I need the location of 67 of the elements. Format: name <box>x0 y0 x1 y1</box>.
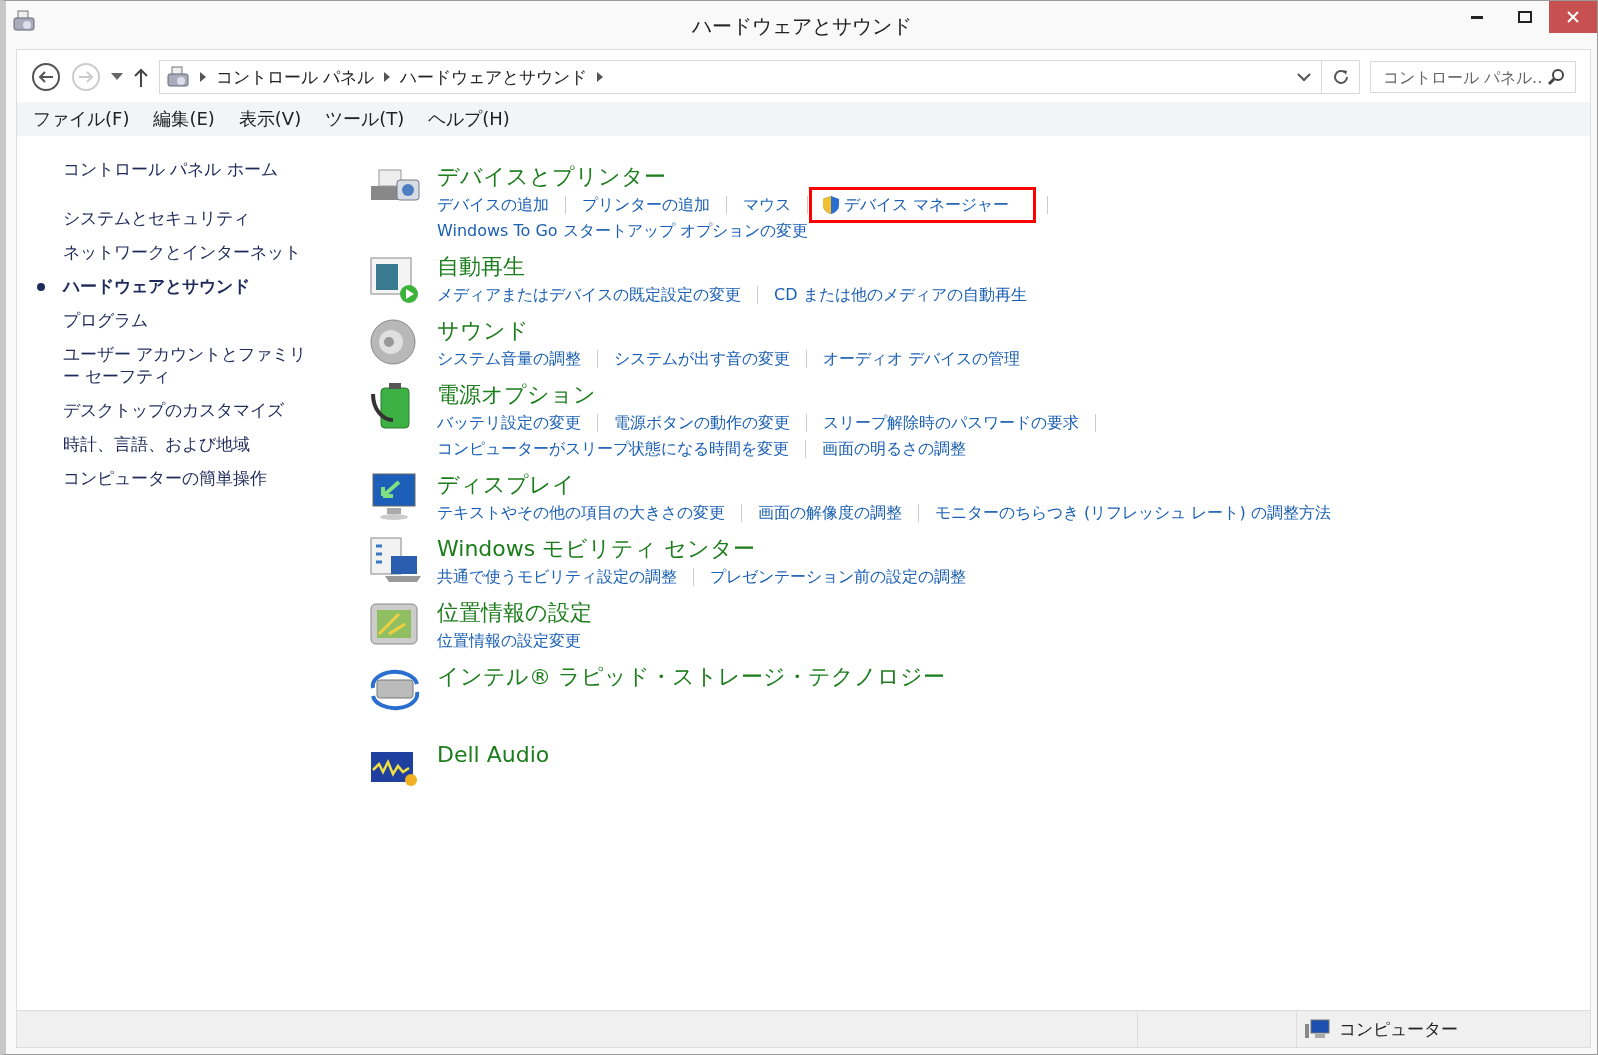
computer-icon <box>1305 1018 1331 1040</box>
maximize-icon <box>1518 11 1532 23</box>
task-link[interactable]: 画面の解像度の調整 <box>758 500 902 526</box>
back-button[interactable] <box>31 62 61 92</box>
sidebar-item[interactable]: 時計、言語、および地域 <box>63 433 250 455</box>
category-title-link[interactable]: サウンド <box>437 316 1021 346</box>
task-link[interactable]: コンピューターがスリープ状態になる時間を変更 <box>437 436 789 462</box>
menu-item[interactable]: 編集(E) <box>153 107 215 131</box>
category-title-link[interactable]: 自動再生 <box>437 252 1027 282</box>
control-panel-icon <box>12 9 36 33</box>
category-title-link[interactable]: 電源オプション <box>437 380 1112 410</box>
task-link[interactable]: モニターのちらつき (リフレッシュ レート) の調整方法 <box>935 500 1331 526</box>
task-link[interactable]: 位置情報の設定変更 <box>437 628 581 654</box>
search-icon <box>1547 68 1565 86</box>
chevron-right-icon <box>384 72 391 82</box>
sidebar-item[interactable]: プログラム <box>63 309 148 331</box>
chevron-right-icon <box>200 72 206 82</box>
task-link[interactable]: Windows To Go スタートアップ オプションの変更 <box>437 218 808 244</box>
history-dropdown-button[interactable] <box>111 73 123 81</box>
task-link[interactable]: スリープ解除時のパスワードの要求 <box>823 410 1079 436</box>
task-link[interactable]: システム音量の調整 <box>437 346 581 372</box>
task-link[interactable]: 画面の明るさの調整 <box>822 436 966 462</box>
category-title-link[interactable]: ディスプレイ <box>437 470 1331 500</box>
task-link[interactable]: マウス <box>743 192 791 218</box>
close-icon <box>1566 10 1580 24</box>
address-bar[interactable]: コントロール パネル ハードウェアとサウンド <box>159 60 1360 94</box>
status-location: コンピューター <box>1339 1017 1458 1041</box>
refresh-icon <box>1331 68 1350 86</box>
category-title-link[interactable]: インテル® ラピッド・ストレージ・テクノロジー <box>437 662 945 692</box>
task-link[interactable]: システムが出す音の変更 <box>614 346 790 372</box>
category-title-link[interactable]: Windows モビリティ センター <box>437 534 966 564</box>
task-link[interactable]: 共通で使うモビリティ設定の調整 <box>437 564 677 590</box>
shield-icon <box>822 195 840 215</box>
close-button[interactable] <box>1549 1 1597 33</box>
minimize-icon <box>1471 15 1483 19</box>
up-button[interactable] <box>133 67 149 87</box>
window-title: ハードウェアとサウンド <box>691 13 912 40</box>
task-link[interactable]: バッテリ設定の変更 <box>437 410 581 436</box>
breadcrumb[interactable]: コントロール パネル <box>216 65 375 89</box>
sidebar-item[interactable]: システムとセキュリティ <box>63 207 250 229</box>
category-title-link[interactable]: 位置情報の設定 <box>437 598 592 628</box>
task-link[interactable]: デバイス マネージャー <box>814 192 1032 218</box>
sidebar-item[interactable]: ネットワークとインターネット <box>63 241 301 263</box>
sidebar-item[interactable]: デスクトップのカスタマイズ <box>63 399 284 421</box>
sidebar-item[interactable]: コンピューターの簡単操作 <box>63 467 267 489</box>
search-field[interactable]: コントロール パネル... <box>1370 61 1576 93</box>
sidebar-item[interactable]: ハードウェアとサウンド <box>63 275 250 297</box>
control-panel-icon <box>166 65 190 89</box>
task-link[interactable]: 電源ボタンの動作の変更 <box>614 410 790 436</box>
menu-item[interactable]: 表示(V) <box>238 107 302 131</box>
chevron-right-icon <box>597 72 604 82</box>
task-link[interactable]: テキストやその他の項目の大きさの変更 <box>437 500 725 526</box>
menu-item[interactable]: ツール(T) <box>325 107 405 131</box>
task-link[interactable]: CD または他のメディアの自動再生 <box>774 282 1027 308</box>
breadcrumb[interactable]: ハードウェアとサウンド <box>400 65 588 89</box>
sidebar-item[interactable]: ユーザー アカウントとファミリー セーフティ <box>63 343 313 387</box>
task-link[interactable]: メディアまたはデバイスの既定設定の変更 <box>437 282 741 308</box>
task-link[interactable]: プレゼンテーション前の設定の調整 <box>710 564 966 590</box>
task-link[interactable]: プリンターの追加 <box>582 192 710 218</box>
task-link[interactable]: オーディオ デバイスの管理 <box>823 346 1021 372</box>
category-title-link[interactable]: デバイスとプリンター <box>437 162 1065 192</box>
dropdown-chevron-icon[interactable] <box>1297 72 1311 82</box>
menu-item[interactable]: ファイル(F) <box>33 107 130 131</box>
menu-item[interactable]: ヘルプ(H) <box>428 107 510 131</box>
sidebar-link[interactable]: コントロール パネル ホーム <box>63 158 347 181</box>
category-title-link[interactable]: Dell Audio <box>437 740 550 770</box>
task-link[interactable]: デバイスの追加 <box>437 192 549 218</box>
